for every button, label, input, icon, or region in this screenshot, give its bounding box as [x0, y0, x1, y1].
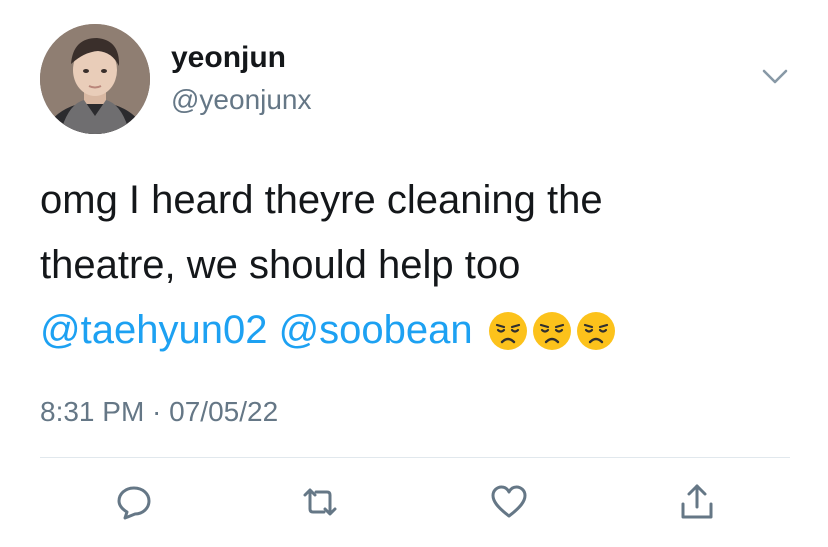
disappointed-face-icon: [576, 311, 616, 351]
mentions-line: @taehyun02 @soobean: [40, 298, 800, 363]
share-icon: [681, 484, 713, 519]
tweet-timestamp[interactable]: 8:31 PM · 07/05/22: [40, 395, 278, 429]
heart-icon: [491, 485, 527, 518]
speech-bubble-icon: [117, 486, 151, 520]
reply-button[interactable]: [114, 482, 154, 522]
disappointed-face-icon: [488, 311, 528, 351]
mention-link[interactable]: @taehyun02: [40, 308, 267, 352]
chevron-down-icon[interactable]: [760, 64, 790, 88]
retweet-button[interactable]: [300, 482, 340, 522]
disappointed-face-icon: [532, 311, 572, 351]
retweet-icon: [303, 488, 337, 516]
author-handle[interactable]: @yeonjunx: [171, 83, 312, 117]
share-button[interactable]: [677, 482, 717, 522]
divider: [40, 457, 790, 458]
avatar-photo: [40, 24, 150, 134]
tweet-text: omg I heard theyre cleaning the theatre,…: [40, 168, 800, 363]
tweet-text-line: omg I heard theyre cleaning the: [40, 178, 603, 222]
tweet-text-line: theatre, we should help too: [40, 243, 521, 287]
mention-link[interactable]: @soobean: [279, 308, 473, 352]
like-button[interactable]: [489, 482, 529, 522]
author-display-name[interactable]: yeonjun: [171, 40, 286, 76]
tweet-card: yeonjun @yeonjunx omg I heard theyre cle…: [0, 0, 828, 547]
avatar[interactable]: [40, 24, 150, 134]
